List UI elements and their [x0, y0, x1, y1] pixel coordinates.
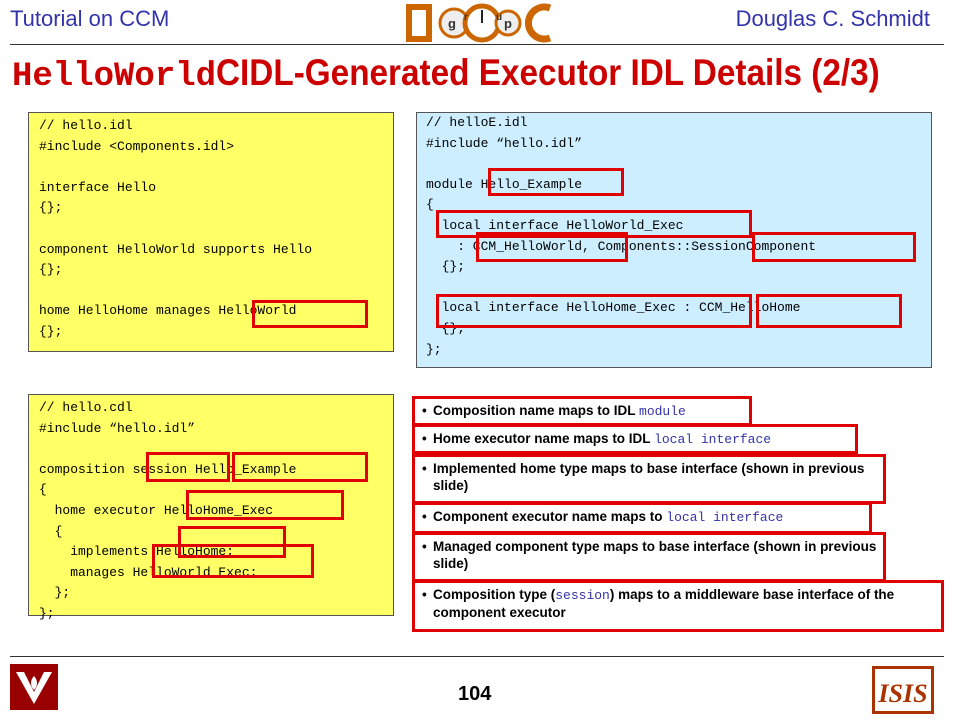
bullet-1-text: Composition name maps to IDL	[433, 403, 640, 418]
bullet-1-mono: module	[639, 404, 686, 419]
bullet-2-text: Home executor name maps to IDL	[433, 431, 655, 446]
hello-cdl-box: // hello.cdl #include “hello.idl” compos…	[28, 394, 394, 621]
header-divider	[10, 44, 944, 45]
bullet-6-text: Composition type (	[433, 587, 556, 602]
bullet-2-mono: local interface	[654, 432, 772, 447]
hello-idl-code: // hello.idl #include <Components.idl> i…	[39, 118, 313, 339]
bullet-4: Component executor name maps to local in…	[412, 502, 872, 534]
bullet-4-text: Component executor name maps to	[433, 509, 667, 524]
helloe-idl-box: // helloE.idl #include “hello.idl” modul…	[416, 112, 932, 368]
logo-letter-p: p	[504, 16, 512, 31]
bullet-6: Composition type (session) maps to a mid…	[412, 580, 944, 632]
slide-title: HelloWorld CIDL-Generated Executor IDL D…	[12, 52, 954, 96]
hello-idl-box: // hello.idl #include <Components.idl> i…	[28, 112, 394, 352]
bullet-5: Managed component type maps to base inte…	[412, 532, 886, 582]
title-mono-part: HelloWorld	[12, 58, 217, 96]
title-rest: CIDL-Generated Executor IDL Details (2/3…	[216, 52, 880, 93]
bullet-3-text: Implemented home type maps to base inter…	[433, 461, 865, 493]
bullet-6-mono: session	[555, 588, 610, 603]
hello-cdl-code: // hello.cdl #include “hello.idl” compos…	[39, 400, 297, 621]
logo-letter-r: r	[464, 12, 468, 23]
bullet-1: Composition name maps to IDL module	[412, 396, 752, 426]
header-left-text: Tutorial on CCM	[10, 6, 170, 31]
doc-group-logo: g r u p	[406, 3, 552, 43]
bullet-2: Home executor name maps to IDL local int…	[412, 424, 858, 454]
bullet-3: Implemented home type maps to base inter…	[412, 454, 886, 504]
svg-text:ISIS: ISIS	[877, 679, 927, 708]
header-right-text: Douglas C. Schmidt	[735, 6, 930, 31]
isis-logo: ISIS	[872, 666, 934, 714]
page-number: 104	[458, 683, 492, 705]
logo-letter-u: u	[496, 12, 502, 23]
bullet-5-text: Managed component type maps to base inte…	[433, 539, 877, 571]
bullet-4-mono: local interface	[666, 510, 784, 525]
logo-letter-g: g	[448, 16, 456, 31]
footer-divider	[10, 656, 944, 657]
vanderbilt-logo	[10, 664, 58, 710]
helloe-idl-code: // helloE.idl #include “hello.idl” modul…	[426, 115, 817, 357]
